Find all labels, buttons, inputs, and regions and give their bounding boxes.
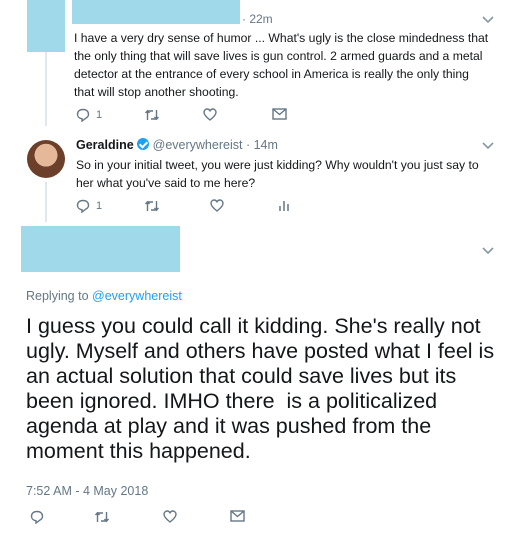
reply1-text: I have a very dry sense of humor ... Wha… [74, 31, 489, 99]
redacted-user-header [21, 226, 180, 272]
redacted-username [72, 0, 240, 24]
like-button[interactable] [210, 199, 224, 212]
reply-count: 1 [96, 200, 103, 212]
reply-icon [30, 510, 44, 524]
replying-to-label: Replying to [26, 289, 89, 303]
replying-to-handle[interactable]: @everywhereist [92, 289, 182, 303]
reply2-header: Geraldine @everywhereist · 14m [76, 138, 278, 152]
reply2-actions: 1 [76, 199, 296, 215]
replying-to: Replying to @everywhereist [26, 289, 182, 303]
redacted-avatar [27, 0, 65, 52]
reply2-text: So in your initial tweet, you were just … [76, 158, 479, 190]
heart-icon [163, 510, 177, 523]
thread-line [45, 52, 47, 126]
retweet-icon [144, 200, 160, 212]
reply-button[interactable]: 1 [76, 199, 102, 213]
display-name[interactable]: Geraldine [76, 138, 134, 152]
reply-button[interactable] [30, 510, 44, 524]
reply-icon [76, 108, 90, 122]
like-button[interactable] [203, 108, 217, 121]
reply-button[interactable]: 1 [76, 108, 102, 122]
reply-icon [76, 199, 90, 213]
verified-badge-icon [137, 138, 150, 150]
envelope-icon [230, 510, 245, 522]
retweet-icon [144, 109, 160, 121]
heart-icon [210, 199, 224, 212]
chevron-down-icon[interactable] [482, 247, 496, 257]
like-button[interactable] [163, 510, 177, 523]
dm-button[interactable] [230, 510, 245, 522]
retweet-button[interactable] [94, 510, 110, 524]
envelope-icon [272, 108, 287, 120]
dm-button[interactable] [272, 108, 287, 120]
reply1-actions: 1 [76, 108, 296, 124]
reply-count: 1 [96, 109, 103, 121]
reply2-timestamp[interactable]: · 14m [246, 138, 278, 152]
main-actions [30, 510, 260, 526]
avatar[interactable] [27, 140, 65, 178]
retweet-button[interactable] [144, 199, 160, 213]
chevron-down-icon[interactable] [482, 142, 496, 152]
analytics-button[interactable] [278, 199, 290, 212]
retweet-icon [94, 511, 110, 523]
reply1-timestamp[interactable]: · 22m [242, 12, 273, 26]
chevron-down-icon[interactable] [482, 16, 496, 26]
main-tweet-text: I guess you could call it kidding. She's… [26, 314, 501, 463]
heart-icon [203, 108, 217, 121]
thread-line [45, 182, 47, 222]
handle[interactable]: @everywhereist [153, 138, 243, 152]
analytics-icon [279, 201, 289, 211]
tweet-datetime[interactable]: 7:52 AM - 4 May 2018 [26, 484, 148, 498]
retweet-button[interactable] [144, 108, 160, 122]
